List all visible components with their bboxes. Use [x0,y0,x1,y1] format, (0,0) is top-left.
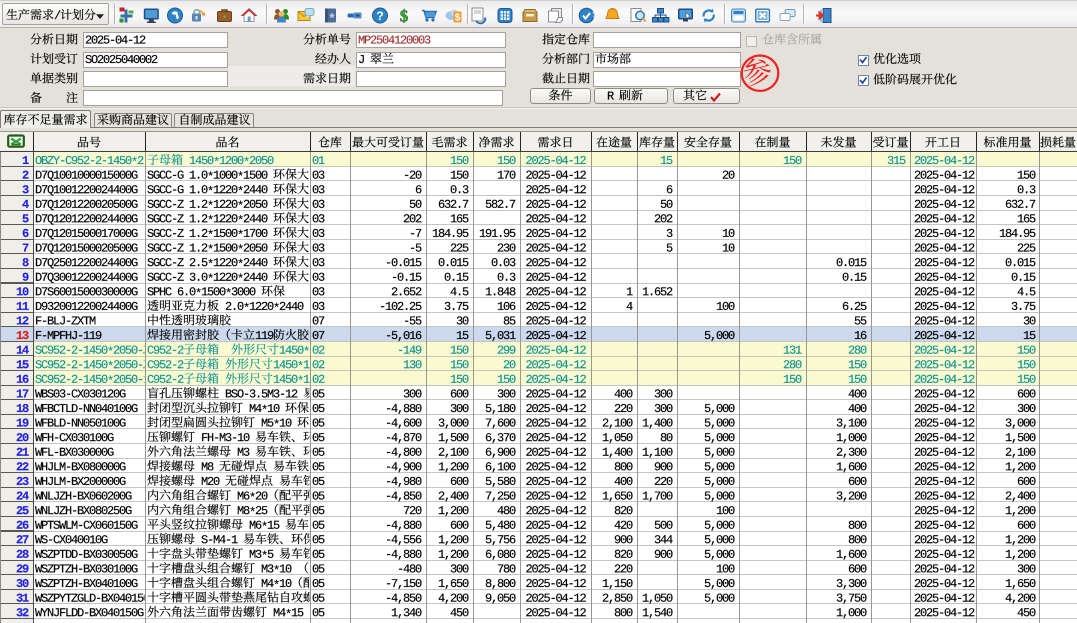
svg-text:$: $ [455,13,461,24]
svg-text:?: ? [376,9,383,23]
svg-text:$: $ [400,7,409,26]
